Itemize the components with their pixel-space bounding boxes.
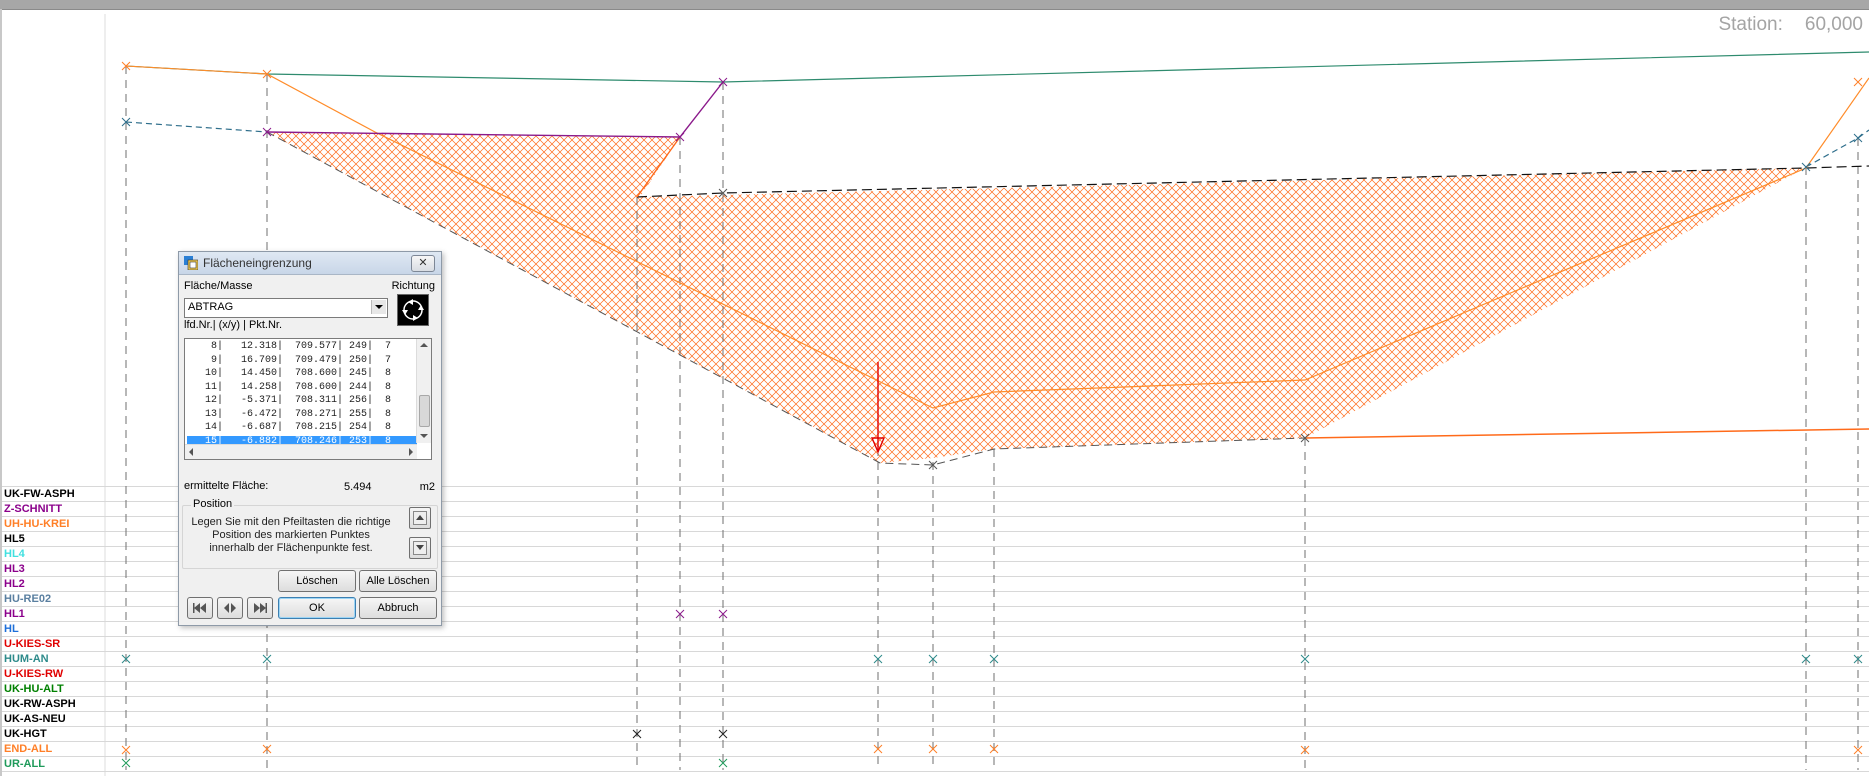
list-header: lfd.Nr.| (x/y) | Pkt.Nr. (184, 319, 283, 331)
point-list-row[interactable]: 13| -6.472| 708.271| 255| 8 (187, 409, 417, 421)
cancel-button[interactable]: Abbruch (359, 597, 437, 619)
last-point-button[interactable] (247, 597, 273, 619)
arrow-up-icon (413, 511, 427, 525)
list-vertical-scrollbar[interactable] (416, 339, 431, 443)
delete-button[interactable]: Löschen (278, 570, 356, 592)
magenta-line (266, 81, 724, 138)
point-list-row[interactable]: 9| 16.709| 709.479| 250| 7 (187, 355, 417, 367)
list-horizontal-scrollbar[interactable] (185, 444, 417, 459)
position-title: Position (191, 498, 235, 510)
point-cross-marker (1300, 654, 1310, 664)
area-mass-label: Fläche/Masse (184, 280, 253, 292)
scroll-up-icon[interactable] (417, 339, 431, 353)
station-readout: Station: 60,000 (1718, 14, 1863, 36)
swap-icon (224, 603, 236, 613)
direction-rotate-icon[interactable] (397, 294, 429, 326)
dialog-app-icon (184, 256, 198, 270)
layer-label: END-ALL (4, 743, 53, 755)
skip-forward-icon (254, 603, 267, 613)
dialog-titlebar[interactable]: Flächeneingrenzung ✕ (179, 252, 441, 275)
move-down-button[interactable] (409, 537, 431, 559)
flaecheneingrenzung-dialog: Flächeneingrenzung ✕ Fläche/Masse Richtu… (178, 251, 442, 626)
position-instructions: Legen Sie mit den Pfeiltasten die richti… (191, 516, 391, 554)
toggle-direction-button[interactable] (217, 597, 243, 619)
abtrag-area (267, 132, 1805, 463)
layer-label: U-KIES-SR (4, 638, 61, 650)
area-unit: m2 (419, 481, 435, 493)
station-label: Station: (1718, 14, 1783, 35)
terrain-line-right (1304, 428, 1869, 439)
scroll-thumb[interactable] (419, 395, 430, 427)
first-point-button[interactable] (187, 597, 213, 619)
layer-label: UK-RW-ASPH (4, 698, 76, 710)
chevron-down-icon[interactable] (371, 300, 386, 314)
skip-back-icon (193, 603, 206, 613)
layer-label: Z-SCHNITT (4, 503, 63, 515)
area-type-select[interactable]: ABTRAG (184, 298, 388, 318)
layer-label: U-KIES-RW (4, 668, 64, 680)
point-list-row[interactable]: 11| 14.258| 708.600| 244| 8 (187, 382, 417, 394)
point-cross-marker (262, 654, 272, 664)
station-value: 60,000 (1804, 14, 1863, 35)
teal-dashed-line-right (1805, 129, 1869, 168)
ok-button[interactable]: OK (278, 597, 356, 619)
position-group: Position Legen Sie mit den Pfeiltasten d… (182, 498, 438, 569)
point-list-row[interactable]: 8| 12.318| 709.577| 249| 7 (187, 341, 417, 353)
arrow-down-icon (413, 541, 427, 555)
close-button[interactable]: ✕ (411, 255, 435, 272)
layer-label: UK-HU-ALT (4, 683, 64, 695)
layer-label: HL3 (4, 563, 25, 575)
layer-label: HL2 (4, 578, 25, 590)
scroll-right-icon[interactable] (403, 445, 417, 459)
area-label: ermittelte Fläche: (184, 480, 269, 492)
layer-label: HL5 (4, 533, 25, 545)
layer-label: HU-RE02 (4, 593, 52, 605)
layer-label: UR-ALL (4, 758, 45, 770)
dialog-title: Flächeneingrenzung (203, 256, 312, 270)
direction-label: Richtung (391, 280, 435, 292)
top-terrain-line (125, 51, 1869, 83)
scroll-left-icon[interactable] (185, 445, 199, 459)
point-cross-marker (121, 758, 131, 768)
area-type-value: ABTRAG (188, 301, 234, 313)
delete-all-button[interactable]: Alle Löschen (359, 570, 437, 592)
area-value: 5.494 (344, 481, 372, 493)
layer-label: HL4 (4, 548, 25, 560)
layer-label: HL1 (4, 608, 25, 620)
scroll-down-icon[interactable] (417, 429, 431, 443)
point-list-row[interactable]: 14| -6.687| 708.215| 254| 8 (187, 422, 417, 434)
teal-dashed-line (125, 121, 268, 133)
move-up-button[interactable] (409, 507, 431, 529)
layer-label: HL (4, 623, 19, 635)
layer-label: UK-FW-ASPH (4, 488, 75, 500)
point-list-row[interactable]: 12| -5.371| 708.311| 256| 8 (187, 395, 417, 407)
layer-label: UK-HGT (4, 728, 47, 740)
layer-label: HUM-AN (4, 653, 49, 665)
point-list-row[interactable]: 10| 14.450| 708.600| 245| 8 (187, 368, 417, 380)
layer-label: UH-HU-KREI (4, 518, 70, 530)
point-cross-marker (1853, 77, 1863, 87)
layer-label: UK-AS-NEU (4, 713, 66, 725)
point-list[interactable]: 8| 12.318| 709.577| 249| 7 9| 16.709| 70… (184, 338, 432, 460)
